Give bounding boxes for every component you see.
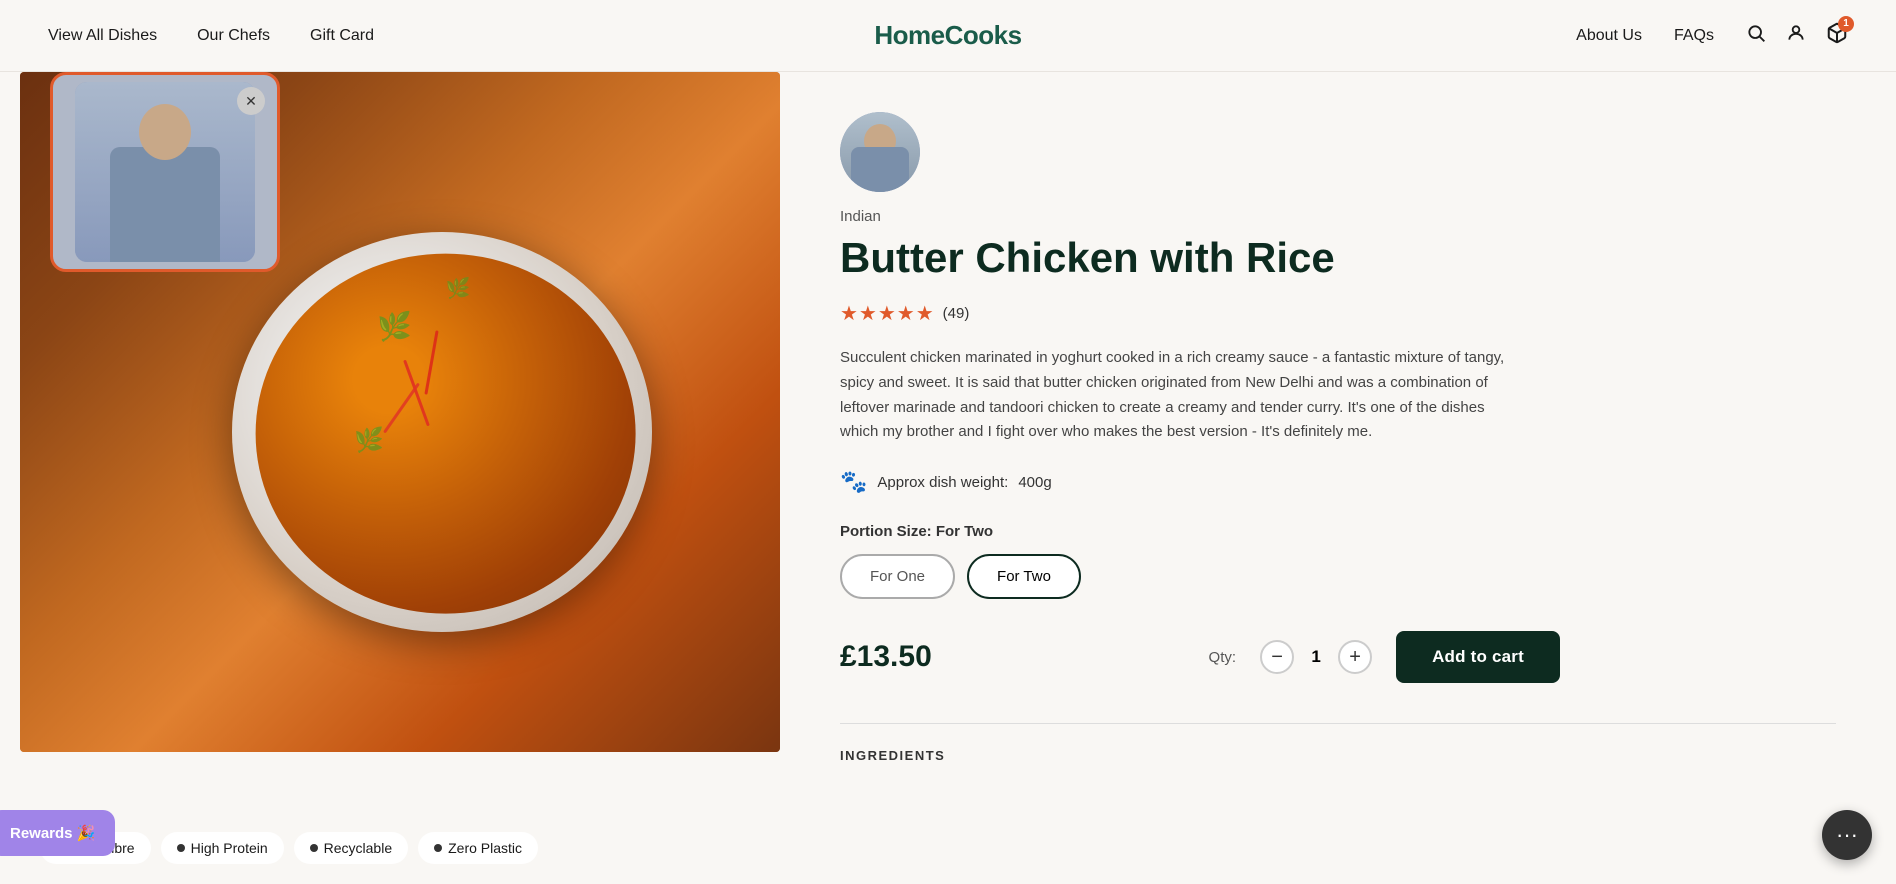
star-rating: ★★★★★ (840, 301, 935, 326)
nav-view-all-dishes[interactable]: View All Dishes (48, 27, 157, 45)
tag-dot (310, 844, 318, 852)
qty-add-row: Qty: − 1 + Add to cart (1209, 631, 1560, 683)
rewards-button[interactable]: Rewards 🎉 (0, 810, 115, 856)
ingredients-section: INGREDIENTS (840, 723, 1836, 763)
nav-about-us[interactable]: About Us (1576, 27, 1642, 45)
dish-weight-label: Approx dish weight: (877, 474, 1008, 491)
header-nav-right: About Us FAQs 1 (1576, 22, 1848, 50)
tag-recyclable: Recyclable (294, 832, 408, 864)
close-chef-thumbnail[interactable]: ✕ (237, 87, 265, 115)
chef-thumbnail[interactable]: ✕ (50, 72, 280, 272)
purchase-row: £13.50 Qty: − 1 + Add to cart (840, 631, 1560, 683)
qty-label: Qty: (1209, 649, 1237, 666)
rating-count: (49) (943, 305, 970, 322)
account-button[interactable] (1786, 23, 1806, 49)
qty-value: 1 (1306, 647, 1326, 667)
product-info: Indian Butter Chicken with Rice ★★★★★ (4… (780, 72, 1896, 884)
add-to-cart-button[interactable]: Add to cart (1396, 631, 1560, 683)
nav-our-chefs[interactable]: Our Chefs (197, 27, 270, 45)
search-button[interactable] (1746, 23, 1766, 49)
cart-badge: 1 (1838, 16, 1854, 32)
header-nav-left: View All Dishes Our Chefs Gift Card (48, 27, 374, 45)
dish-weight-value: 400g (1018, 474, 1051, 491)
chef-image (75, 82, 255, 262)
nav-gift-card[interactable]: Gift Card (310, 27, 374, 45)
image-section: ✕ 🌿 🌿 🌿 (0, 72, 780, 884)
nav-faqs[interactable]: FAQs (1674, 27, 1714, 45)
cuisine-label: Indian (840, 208, 1836, 225)
chat-icon: ··· (1836, 822, 1858, 848)
product-price: £13.50 (840, 640, 932, 674)
portion-size-label: Portion Size: For Two (840, 523, 1836, 540)
rating-row: ★★★★★ (49) (840, 301, 1836, 326)
chef-avatar[interactable] (840, 112, 920, 192)
qty-plus-button[interactable]: + (1338, 640, 1372, 674)
tag-zero-plastic: Zero Plastic (418, 832, 538, 864)
search-icon (1746, 26, 1766, 48)
product-title: Butter Chicken with Rice (840, 235, 1836, 281)
portion-for-one[interactable]: For One (840, 554, 955, 599)
chat-button[interactable]: ··· (1822, 810, 1872, 860)
portion-section: Portion Size: For Two For One For Two (840, 523, 1836, 599)
portion-for-two[interactable]: For Two (967, 554, 1081, 599)
dish-weight-row: 🐾 Approx dish weight: 400g (840, 469, 1836, 495)
product-description: Succulent chicken marinated in yoghurt c… (840, 346, 1520, 445)
user-icon (1786, 26, 1806, 48)
site-logo[interactable]: HomeCooks (874, 20, 1021, 51)
cart-button[interactable]: 1 (1826, 22, 1848, 50)
weight-icon: 🐾 (840, 469, 867, 495)
ingredients-heading: INGREDIENTS (840, 748, 1836, 763)
portion-buttons: For One For Two (840, 554, 1836, 599)
tag-dot (177, 844, 185, 852)
header: View All Dishes Our Chefs Gift Card Home… (0, 0, 1896, 72)
qty-minus-button[interactable]: − (1260, 640, 1294, 674)
tag-high-protein: High Protein (161, 832, 284, 864)
main-content: ✕ 🌿 🌿 🌿 (0, 72, 1896, 884)
header-icons: 1 (1746, 22, 1848, 50)
tag-dot (434, 844, 442, 852)
qty-controls: − 1 + (1260, 640, 1372, 674)
